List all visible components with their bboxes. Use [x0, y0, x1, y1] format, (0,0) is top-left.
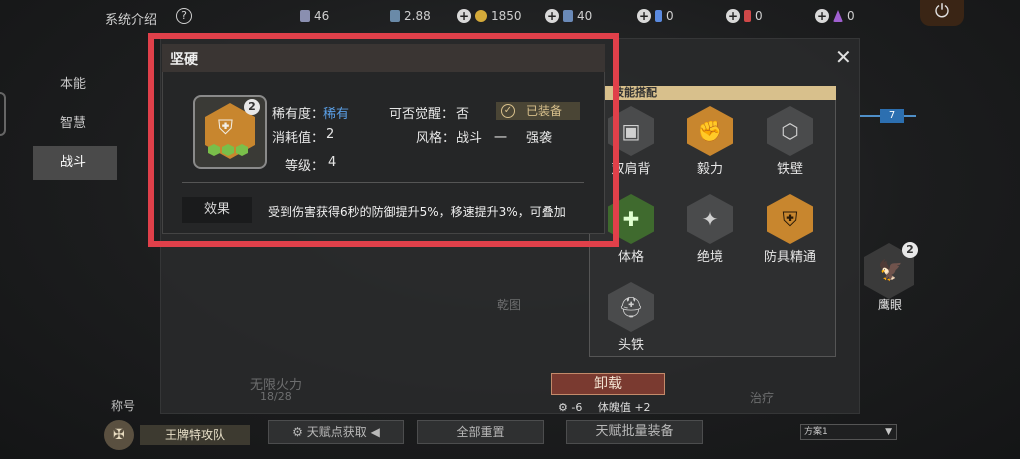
rail-badge: 7: [880, 109, 904, 123]
skill-label: 防具精通: [763, 250, 816, 265]
reset-all-button[interactable]: 全部重置: [417, 420, 544, 444]
skill-label: 毅力: [696, 162, 723, 177]
skill-armor-mastery[interactable]: ⛨ 防具精通: [755, 194, 825, 265]
soul-value: 体魄值 +2: [597, 401, 651, 414]
wings-icon: ✦: [687, 194, 733, 244]
skill-label: 头铁: [617, 338, 644, 353]
helmet-icon: ⛑: [608, 282, 654, 332]
batch-equip-button[interactable]: 天赋批量装备: [566, 420, 703, 444]
crystal-icon: [833, 10, 843, 22]
bg-skill-faded-label: 乾图: [497, 298, 522, 312]
cost-value: -6: [571, 401, 583, 414]
plan-select[interactable]: 方案1 ▼: [800, 424, 897, 440]
resource-value: 0: [847, 9, 855, 23]
resource-value: 0: [666, 9, 674, 23]
chevron-left-icon: ◀: [370, 425, 380, 439]
eagle-icon: 🦅: [878, 258, 903, 282]
add-icon[interactable]: +: [457, 9, 471, 23]
nav-item-combat[interactable]: 战斗: [33, 146, 117, 180]
skill-label: 铁壁: [776, 162, 803, 177]
talent-point-get-button[interactable]: ⚙ 天赋点获取 ◀: [268, 420, 404, 444]
gem-icon: [300, 10, 310, 22]
unload-button[interactable]: 卸载: [551, 373, 665, 395]
title-badge-icon[interactable]: ✠: [104, 420, 134, 450]
hawk-eye-label: 鹰眼: [877, 298, 902, 312]
skill-desperate[interactable]: ✦ 绝境: [675, 194, 745, 265]
nav-item-wisdom[interactable]: 智慧: [33, 107, 117, 141]
help-icon[interactable]: ?: [176, 8, 192, 24]
title-name[interactable]: 王牌特攻队: [140, 425, 250, 445]
talent-point-get-label: 天赋点获取: [306, 425, 367, 439]
skill-match-header: 技能搭配: [589, 86, 836, 100]
talent-icon: ⚙: [292, 425, 307, 439]
resource-3: + 1850: [457, 9, 522, 23]
skill-iron-wall[interactable]: ⬡ 铁壁: [755, 106, 825, 177]
skill-iron-head[interactable]: ⛑ 头铁: [596, 282, 666, 353]
chevron-down-icon: ▼: [885, 427, 892, 437]
add-icon[interactable]: +: [815, 9, 829, 23]
fist-icon: ✊: [687, 106, 733, 156]
skill-label: 体格: [617, 250, 644, 265]
resource-value: 40: [577, 9, 593, 23]
armor-icon: ⛨: [767, 194, 813, 244]
nav-bracket: [0, 92, 6, 136]
resource-2: 2.88: [390, 9, 431, 23]
hawk-level-badge: 2: [902, 242, 918, 258]
ticket-icon: [563, 10, 573, 22]
resource-value: 2.88: [404, 9, 431, 23]
title-label: 称号: [111, 399, 136, 413]
add-icon[interactable]: +: [726, 9, 740, 23]
close-icon[interactable]: ✕: [835, 47, 852, 67]
add-icon[interactable]: +: [637, 9, 651, 23]
skill-perseverance[interactable]: ✊ 毅力: [675, 106, 745, 177]
power-icon[interactable]: ⏻: [920, 0, 964, 26]
resource-4: + 40: [545, 9, 592, 23]
add-icon[interactable]: +: [545, 9, 559, 23]
coin-icon: [475, 10, 487, 22]
potion-blue-icon: [655, 10, 662, 22]
system-intro-link[interactable]: 系统介绍: [105, 9, 157, 28]
potion-red-icon: [744, 10, 751, 22]
honeycomb-icon: ⬡: [767, 106, 813, 156]
nav-item-instinct[interactable]: 本能: [33, 68, 117, 102]
card-icon: [390, 10, 400, 22]
resource-5: + 0: [637, 9, 674, 23]
skill-label: 绝境: [696, 250, 723, 265]
bg-skill-heal-label: 治疗: [750, 391, 775, 405]
cost-line: ⚙ -6 体魄值 +2: [558, 399, 651, 415]
resource-value: 0: [755, 9, 763, 23]
resource-6: + 0: [726, 9, 763, 23]
resource-7: + 0: [815, 9, 855, 23]
energy-icon: ⚙: [558, 401, 568, 414]
resource-1: 46: [300, 9, 329, 23]
plan-select-value: 方案1: [804, 427, 828, 437]
resource-value: 1850: [491, 9, 522, 23]
resource-value: 46: [314, 9, 330, 23]
highlight-frame: [148, 33, 619, 247]
bg-skill-fire-count: 18/28: [260, 390, 292, 403]
